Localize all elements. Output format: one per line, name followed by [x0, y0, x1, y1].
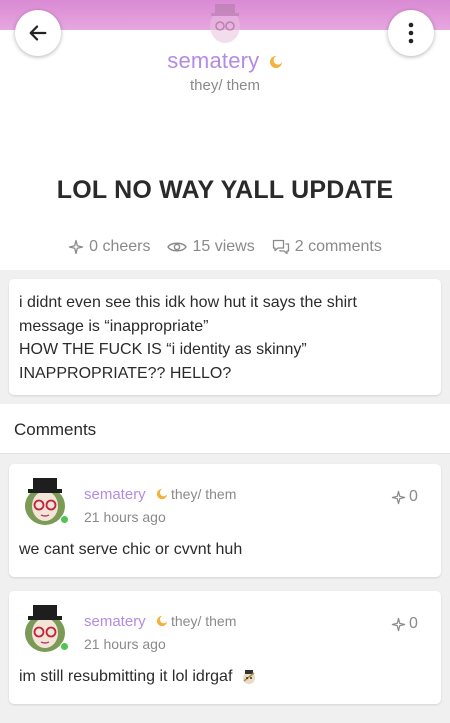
comments-count: 2 comments: [294, 238, 382, 255]
comment-body: im still resubmitting it lol idrgaf: [19, 668, 233, 685]
comment-text: im still resubmitting it lol idrgaf: [19, 668, 258, 686]
commenter-pronouns: they/ them: [171, 613, 237, 629]
author-pronouns: they/ them: [189, 77, 261, 94]
commenter-pronouns: they/ them: [171, 486, 237, 502]
arrow-left-icon: [29, 25, 47, 41]
moon-badge-icon: [156, 615, 168, 627]
post-body: i didnt even see this idk how hut it say…: [9, 279, 441, 395]
more-vertical-icon: [408, 22, 414, 44]
sparkle-icon: [391, 490, 406, 504]
cheers-count: 0 cheers: [89, 238, 151, 255]
comment-cheer-button[interactable]: 0: [391, 615, 418, 633]
comment-card: sematery they/ them 21 hours ago 0 im st…: [9, 591, 441, 704]
comment-cheer-count: 0: [409, 488, 418, 505]
views-stat: 15 views: [167, 238, 255, 256]
online-indicator: [60, 642, 69, 651]
online-indicator: [60, 515, 69, 524]
moon-badge-icon: [269, 55, 283, 69]
commenter-username[interactable]: sematery: [84, 613, 146, 630]
comment-timestamp: 21 hours ago: [84, 636, 166, 652]
comment-text: we cant serve chic or cvvnt huh: [19, 541, 242, 559]
post-header: sematery they/ them LOL NO WAY YALL UPDA…: [0, 0, 450, 270]
eye-icon: [167, 242, 188, 252]
sparkle-icon: [391, 617, 406, 631]
author-username[interactable]: sematery: [167, 48, 259, 73]
header-avatar[interactable]: [202, 0, 248, 44]
cheers-stat[interactable]: 0 cheers: [68, 238, 150, 256]
sticker-emoji-icon: [243, 670, 256, 684]
commenter-username[interactable]: sematery: [84, 486, 146, 503]
comments-heading: Comments: [0, 404, 450, 454]
post-title: LOL NO WAY YALL UPDATE: [56, 176, 394, 204]
sparkle-icon: [68, 239, 84, 255]
views-count: 15 views: [192, 238, 255, 255]
comment-bubbles-icon: [272, 239, 289, 255]
comment-cheer-button[interactable]: 0: [391, 488, 418, 506]
comment-body: we cant serve chic or cvvnt huh: [19, 541, 243, 558]
comment-cheer-count: 0: [409, 615, 418, 632]
comments-stat[interactable]: 2 comments: [272, 238, 382, 256]
post-body-text: i didnt even see this idk how hut it say…: [19, 294, 357, 382]
post-stats: 0 cheers 15 views 2 comments: [0, 238, 450, 256]
comment-card: sematery they/ them 21 hours ago 0 we ca…: [9, 464, 441, 577]
post-author[interactable]: sematery: [0, 48, 450, 74]
moon-badge-icon: [156, 488, 168, 500]
comment-timestamp: 21 hours ago: [84, 509, 166, 525]
